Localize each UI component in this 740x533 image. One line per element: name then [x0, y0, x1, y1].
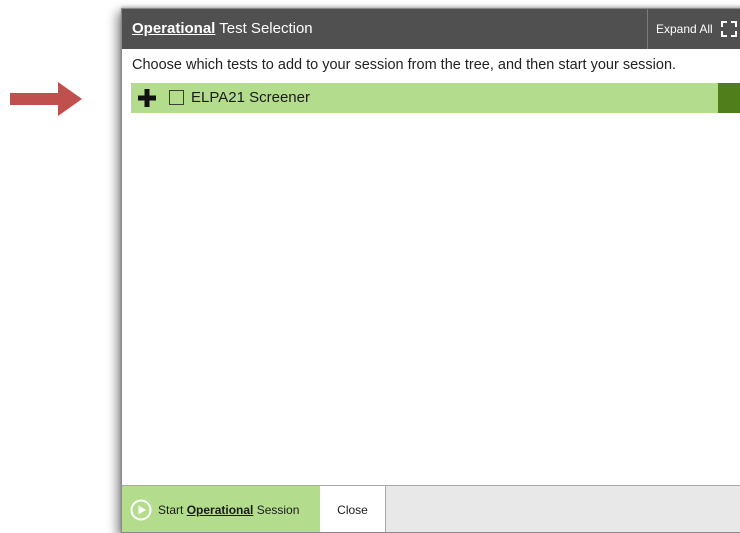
start-session-button[interactable]: Start Operational Session — [122, 486, 320, 532]
plus-icon[interactable] — [138, 89, 156, 107]
tree-item-checkbox[interactable] — [169, 90, 184, 105]
close-button[interactable]: Close — [320, 486, 386, 532]
dialog-title: Operational Test Selection — [132, 20, 313, 37]
expand-all-label: Expand All — [656, 22, 713, 36]
start-session-label: Start Operational Session — [158, 503, 300, 517]
right-arrow-icon — [10, 82, 82, 116]
tree-item-elpa21-screener[interactable]: ELPA21 Screener — [131, 83, 740, 113]
title-rest: Test Selection — [215, 20, 313, 37]
expand-all-button[interactable]: Expand All — [647, 9, 740, 49]
title-emphasis: Operational — [132, 20, 216, 37]
test-selection-dialog: Operational Test Selection Expand All Ch… — [121, 8, 740, 533]
expand-icon — [720, 21, 737, 37]
tree-item-end-cap — [718, 83, 740, 113]
dialog-titlebar: Operational Test Selection Expand All — [122, 9, 740, 49]
dialog-footer: Start Operational Session Close — [122, 485, 740, 532]
instructions-text: Choose which tests to add to your sessio… — [132, 57, 677, 73]
play-circle-icon — [130, 499, 152, 521]
tree-item-label: ELPA21 Screener — [191, 89, 310, 106]
close-label: Close — [337, 503, 368, 517]
